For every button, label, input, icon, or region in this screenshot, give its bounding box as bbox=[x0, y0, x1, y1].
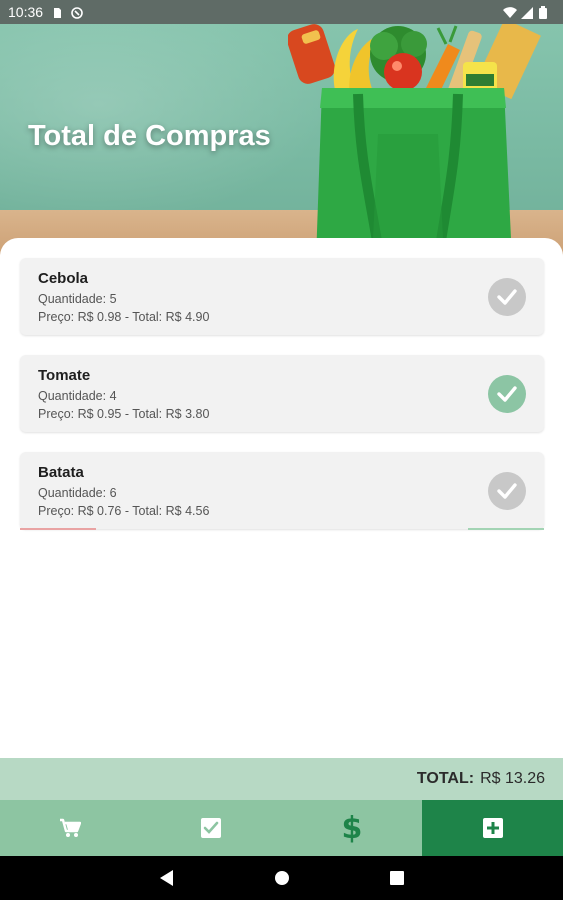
signal-icon bbox=[521, 6, 533, 19]
header-banner: Total de Compras bbox=[0, 24, 563, 260]
item-quantity: Quantidade: 6 bbox=[38, 486, 117, 500]
item-name: Tomate bbox=[38, 367, 91, 384]
nav-dollar[interactable]: $ bbox=[282, 800, 423, 856]
item-name: Batata bbox=[38, 464, 84, 481]
dollar-icon: $ bbox=[341, 810, 363, 846]
grocery-bag-illustration bbox=[288, 24, 541, 260]
item-price: Preço: R$ 0.95 - Total: R$ 3.80 bbox=[38, 407, 210, 421]
nav-checklist[interactable] bbox=[141, 800, 282, 856]
check-icon bbox=[497, 386, 517, 402]
item-price: Preço: R$ 0.76 - Total: R$ 4.56 bbox=[38, 504, 210, 518]
cart-icon bbox=[60, 818, 82, 837]
nav-add[interactable] bbox=[422, 800, 563, 856]
checklist-icon bbox=[201, 818, 222, 838]
total-label: TOTAL: bbox=[416, 770, 475, 787]
clock: 10:36 bbox=[8, 4, 44, 20]
status-bar: 10:36 bbox=[0, 0, 563, 24]
list-item[interactable]: Cebola Quantidade: 5 Preço: R$ 0.98 - To… bbox=[20, 258, 544, 335]
check-toggle[interactable] bbox=[488, 375, 526, 413]
check-toggle[interactable] bbox=[488, 278, 526, 316]
nav-cart[interactable] bbox=[0, 800, 141, 856]
system-nav-bar bbox=[0, 856, 563, 900]
content-sheet: Cebola Quantidade: 5 Preço: R$ 0.98 - To… bbox=[0, 238, 563, 758]
total-bar: TOTAL: R$ 13.26 bbox=[0, 758, 563, 800]
shopping-list: Cebola Quantidade: 5 Preço: R$ 0.98 - To… bbox=[20, 258, 544, 549]
sd-card-icon bbox=[51, 6, 63, 18]
list-item[interactable]: Batata Quantidade: 6 Preço: R$ 0.76 - To… bbox=[20, 452, 544, 530]
recents-icon[interactable] bbox=[389, 871, 404, 885]
sync-icon bbox=[71, 6, 83, 19]
swipe-edit-hint bbox=[468, 528, 544, 530]
total-value: R$ 13.26 bbox=[480, 770, 545, 787]
item-quantity: Quantidade: 5 bbox=[38, 292, 117, 306]
list-item[interactable]: Tomate Quantidade: 4 Preço: R$ 0.95 - To… bbox=[20, 355, 544, 432]
item-price: Preço: R$ 0.98 - Total: R$ 4.90 bbox=[38, 310, 210, 324]
item-quantity: Quantidade: 4 bbox=[38, 389, 117, 403]
bottom-nav: $ bbox=[0, 800, 563, 856]
status-left: 10:36 bbox=[8, 4, 83, 20]
swipe-delete-hint bbox=[20, 528, 96, 530]
check-toggle[interactable] bbox=[488, 472, 526, 510]
wifi-icon bbox=[503, 6, 517, 19]
battery-icon bbox=[539, 6, 551, 19]
add-icon bbox=[482, 818, 503, 838]
home-icon[interactable] bbox=[274, 870, 290, 886]
back-icon[interactable] bbox=[159, 870, 174, 886]
check-icon bbox=[497, 289, 517, 305]
check-icon bbox=[497, 483, 517, 499]
item-name: Cebola bbox=[38, 270, 89, 287]
status-right bbox=[503, 6, 551, 19]
page-title: Total de Compras bbox=[28, 120, 271, 152]
